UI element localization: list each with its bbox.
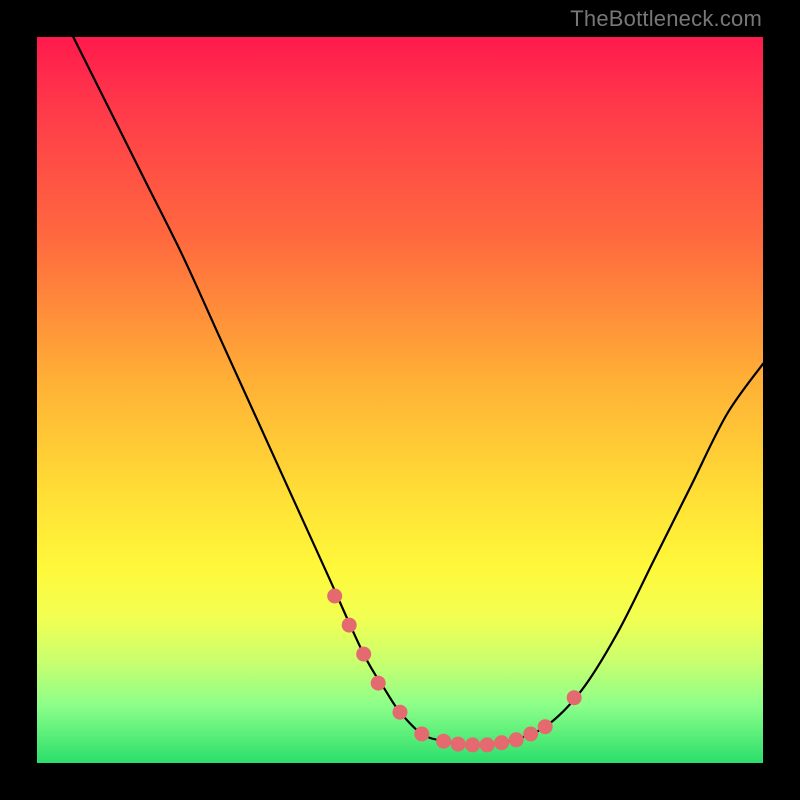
marker-point <box>342 618 357 633</box>
marker-point <box>451 737 466 752</box>
marker-point <box>436 734 451 749</box>
marker-point <box>371 676 386 691</box>
chart-frame: TheBottleneck.com <box>0 0 800 800</box>
marker-point <box>414 727 429 742</box>
marker-point <box>327 589 342 604</box>
marker-point <box>393 705 408 720</box>
highlight-markers <box>327 589 582 753</box>
chart-svg <box>0 0 800 800</box>
marker-point <box>567 690 582 705</box>
marker-point <box>509 732 524 747</box>
marker-point <box>480 737 495 752</box>
bottleneck-curve <box>73 37 763 745</box>
marker-point <box>538 719 553 734</box>
marker-point <box>465 737 480 752</box>
marker-point <box>356 647 371 662</box>
marker-point <box>494 735 509 750</box>
marker-point <box>523 727 538 742</box>
